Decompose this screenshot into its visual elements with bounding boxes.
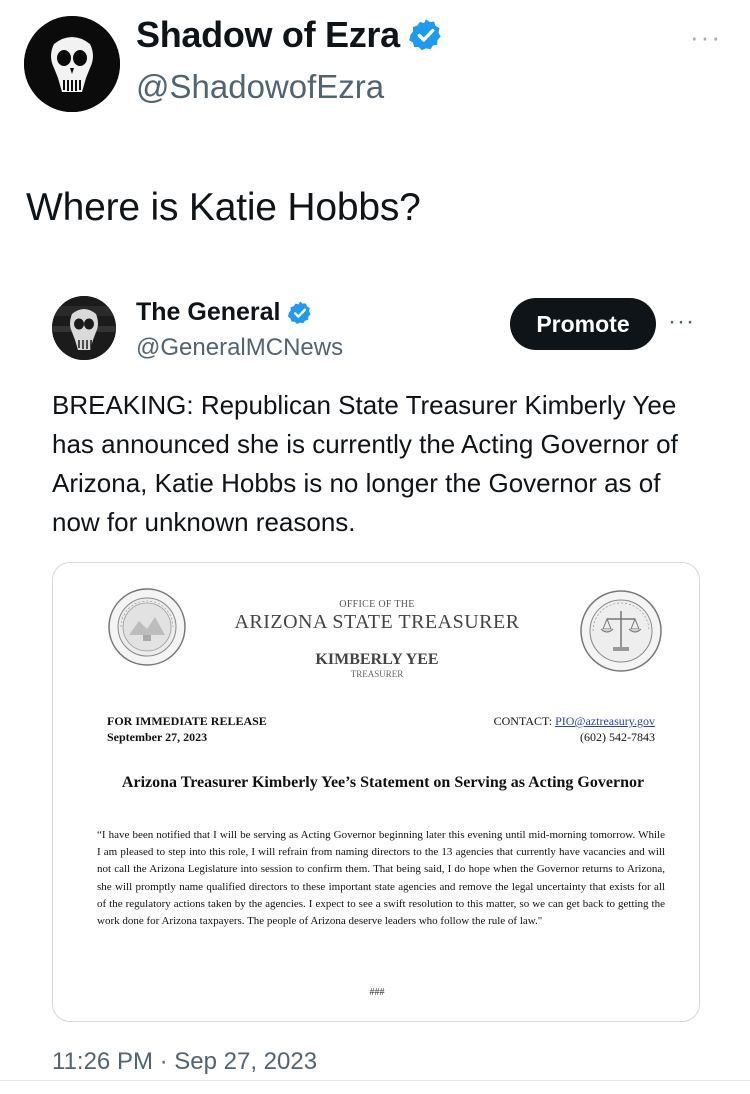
quote-author-handle[interactable]: @GeneralMCNews <box>136 334 343 362</box>
verified-badge-icon <box>409 19 441 51</box>
release-date: September 27, 2023 <box>107 730 208 744</box>
tweet-text: Where is Katie Hobbs? <box>26 186 421 229</box>
document-end-mark: ### <box>369 987 385 998</box>
contact-info: CONTACT: PIO@aztreasury.gov (602) 542-78… <box>494 713 655 745</box>
author-name-text[interactable]: Shadow of Ezra <box>136 14 400 56</box>
press-release-image[interactable]: OFFICE OF THE ARIZONA STATE TREASURER KI… <box>52 562 700 1022</box>
quote-more-options-icon[interactable]: ··· <box>668 308 695 336</box>
verified-badge-icon <box>287 301 311 324</box>
contact-label: CONTACT: <box>493 714 556 728</box>
author-handle[interactable]: @ShadowofEzra <box>136 68 384 106</box>
more-options-icon[interactable]: ··· <box>690 22 722 53</box>
quote-author-avatar[interactable] <box>52 296 116 360</box>
skull-avatar-icon <box>24 16 120 112</box>
quote-text: BREAKING: Republican State Treasurer Kim… <box>52 390 678 537</box>
release-info: FOR IMMEDIATE RELEASE September 27, 2023 <box>107 713 267 745</box>
contact-phone: (602) 542-7843 <box>580 730 655 744</box>
tweet-header: Shadow of Ezra @ShadowofEzra ··· <box>0 0 750 120</box>
skull-avatar-dark-icon <box>52 296 116 360</box>
document-headline: Arizona Treasurer Kimberly Yee’s Stateme… <box>121 774 645 791</box>
document-statement: “I have been notified that I will be ser… <box>97 829 665 928</box>
contact-email-link: PIO@aztreasury.gov <box>555 714 655 728</box>
quote-author-name[interactable]: The General <box>136 298 313 327</box>
author-name[interactable]: Shadow of Ezra <box>136 14 444 56</box>
divider <box>0 1080 750 1081</box>
author-avatar[interactable] <box>24 16 120 112</box>
tweet-timestamp[interactable]: 11:26 PM · Sep 27, 2023 <box>52 1048 317 1076</box>
release-label: FOR IMMEDIATE RELEASE <box>107 714 267 728</box>
quote-author-name-text[interactable]: The General <box>136 298 281 327</box>
promote-button[interactable]: Promote <box>510 298 656 350</box>
treasurer-seal-icon <box>580 590 662 672</box>
